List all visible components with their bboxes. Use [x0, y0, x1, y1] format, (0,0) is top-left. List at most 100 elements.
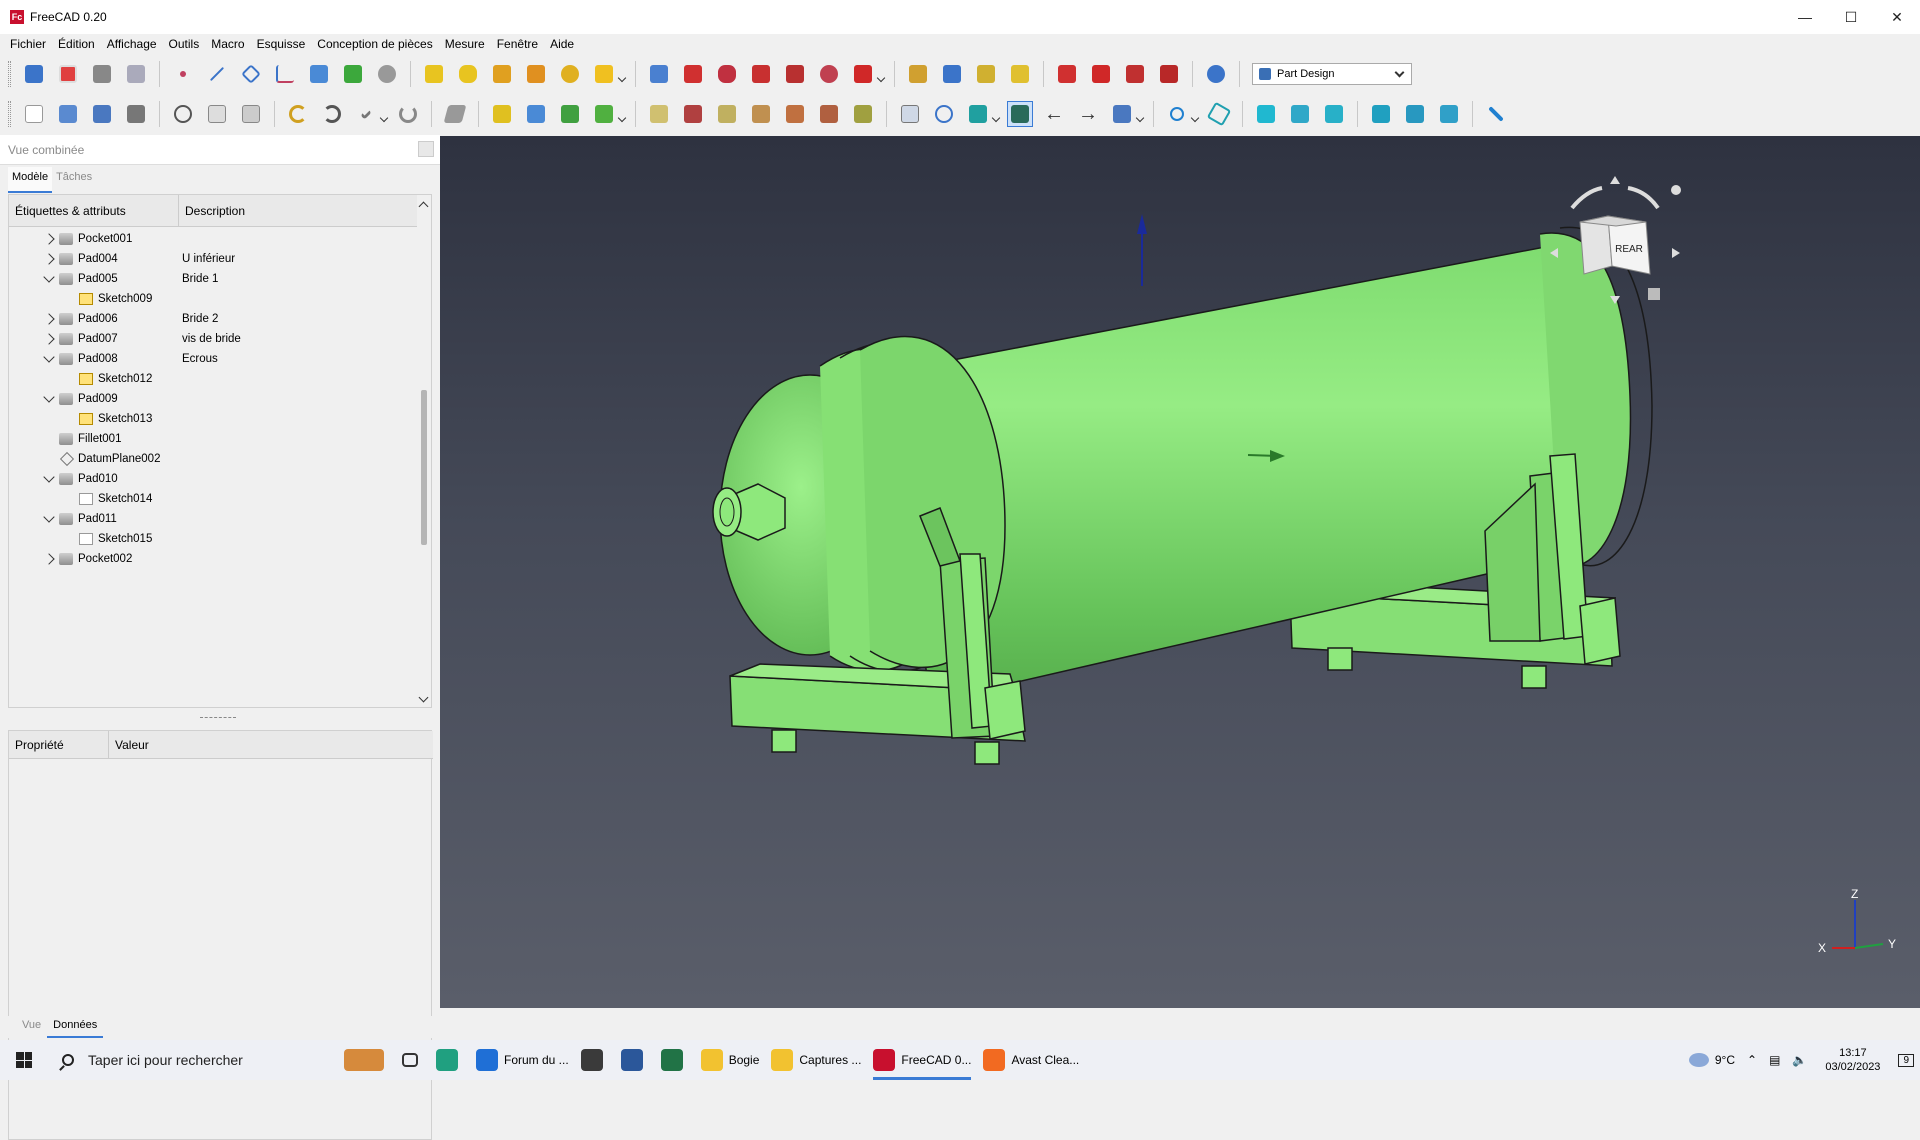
- navcube-rotate-left-icon[interactable]: [1570, 186, 1603, 210]
- print-icon[interactable]: [123, 101, 149, 127]
- right-view-icon[interactable]: [1321, 101, 1347, 127]
- network-icon[interactable]: ▤: [1763, 1040, 1786, 1080]
- create-part-icon[interactable]: [55, 61, 81, 87]
- taskbar-search[interactable]: Taper ici pour rechercher: [48, 1040, 338, 1080]
- multi-transform-icon[interactable]: [1007, 61, 1033, 87]
- chevron-down-icon[interactable]: [43, 511, 55, 523]
- mirrored-icon[interactable]: [905, 61, 931, 87]
- taskbar-app[interactable]: Captures ...: [765, 1040, 867, 1080]
- navcube-right-arrow-icon[interactable]: [1672, 248, 1680, 258]
- taskbar-app[interactable]: [615, 1040, 655, 1080]
- create-body-icon[interactable]: [21, 61, 47, 87]
- shape-binder-icon[interactable]: [123, 61, 149, 87]
- fit-selection-icon[interactable]: [931, 101, 957, 127]
- additive-loft-icon[interactable]: [489, 61, 515, 87]
- tree-row[interactable]: Sketch015: [9, 529, 417, 549]
- boolean-icon[interactable]: [1203, 61, 1229, 87]
- linear-pattern-icon[interactable]: [939, 61, 965, 87]
- tree-row[interactable]: Pocket002: [9, 549, 417, 569]
- tree-row[interactable]: Sketch012: [9, 369, 417, 389]
- tree-row[interactable]: Pad004 U inférieur: [9, 249, 417, 269]
- macro-stop-icon[interactable]: [680, 101, 706, 127]
- chevron-right-icon[interactable]: [43, 253, 55, 265]
- macro-editor-icon[interactable]: [850, 101, 876, 127]
- toolbar-grip[interactable]: [8, 61, 11, 87]
- 3d-viewport[interactable]: REAR Z Y X: [440, 136, 1920, 1008]
- front-view-icon[interactable]: [1253, 101, 1279, 127]
- additive-primitive-icon[interactable]: [591, 61, 617, 87]
- chevron-right-icon[interactable]: [43, 553, 55, 565]
- measure-distance-icon[interactable]: [1483, 101, 1509, 127]
- copy-icon[interactable]: [204, 101, 230, 127]
- local-cs-icon[interactable]: [272, 61, 298, 87]
- create-part-container-icon[interactable]: [489, 101, 515, 127]
- chevron-down-icon[interactable]: [379, 113, 389, 123]
- volume-icon[interactable]: 🔈: [1786, 1040, 1813, 1080]
- tab-tasks[interactable]: Tâches: [52, 167, 96, 193]
- close-icon[interactable]: ✕: [1874, 0, 1920, 34]
- menu-edit[interactable]: Édition: [52, 37, 101, 51]
- datum-line-icon[interactable]: [204, 61, 230, 87]
- chevron-down-icon[interactable]: [1135, 113, 1145, 123]
- navcube-up-arrow-icon[interactable]: [1610, 176, 1620, 184]
- taskbar-app[interactable]: [655, 1040, 695, 1080]
- chevron-down-icon[interactable]: [43, 271, 55, 283]
- toolbar-grip[interactable]: [8, 101, 11, 127]
- back-arrow-icon[interactable]: ←: [1041, 101, 1067, 127]
- tab-data[interactable]: Données: [47, 1016, 104, 1038]
- tree-header-labels[interactable]: Étiquettes & attributs: [9, 195, 179, 226]
- open-icon[interactable]: [55, 101, 81, 127]
- tree-row[interactable]: DatumPlane002: [9, 449, 417, 469]
- macro-record-icon[interactable]: [646, 101, 672, 127]
- tab-model[interactable]: Modèle: [8, 167, 53, 193]
- calculator-widget[interactable]: [338, 1040, 396, 1080]
- polar-pattern-icon[interactable]: [973, 61, 999, 87]
- workbench-selector[interactable]: Part Design: [1252, 63, 1412, 85]
- tree-row[interactable]: Pad007 vis de bride: [9, 329, 417, 349]
- notifications-button[interactable]: 9: [1892, 1040, 1920, 1080]
- isometric-view-icon[interactable]: [1206, 101, 1232, 127]
- chevron-down-icon[interactable]: [617, 73, 627, 83]
- fit-all-icon[interactable]: [897, 101, 923, 127]
- property-header-name[interactable]: Propriété: [9, 731, 109, 758]
- tree-row[interactable]: Fillet001: [9, 429, 417, 449]
- taskbar-app[interactable]: [575, 1040, 615, 1080]
- tree-scrollbar[interactable]: [417, 195, 431, 707]
- draw-style-icon[interactable]: [965, 101, 991, 127]
- tree-row[interactable]: Pad011: [9, 509, 417, 529]
- property-header-value[interactable]: Valeur: [109, 731, 149, 758]
- redo-icon[interactable]: [319, 101, 345, 127]
- tree-row[interactable]: Sketch013: [9, 409, 417, 429]
- chevron-down-icon[interactable]: [617, 113, 627, 123]
- tray-chevron-icon[interactable]: ⌃: [1741, 1040, 1763, 1080]
- bottom-view-icon[interactable]: [1402, 101, 1428, 127]
- chevron-down-icon[interactable]: [876, 73, 886, 83]
- tab-view[interactable]: Vue: [16, 1016, 47, 1038]
- menu-view[interactable]: Affichage: [101, 37, 163, 51]
- bounding-box-select-icon[interactable]: [1007, 101, 1033, 127]
- subtractive-loft-icon[interactable]: [748, 61, 774, 87]
- groove-icon[interactable]: [714, 61, 740, 87]
- revolution-icon[interactable]: [455, 61, 481, 87]
- weather-widget[interactable]: 9°C: [1683, 1040, 1741, 1080]
- paste-icon[interactable]: [238, 101, 264, 127]
- undo-icon[interactable]: [285, 101, 311, 127]
- import-icon[interactable]: [89, 61, 115, 87]
- chamfer-icon[interactable]: [1088, 61, 1114, 87]
- chevron-right-icon[interactable]: [43, 333, 55, 345]
- clone-icon[interactable]: [340, 61, 366, 87]
- menu-macro[interactable]: Macro: [205, 37, 250, 51]
- refresh-icon[interactable]: [395, 101, 421, 127]
- navcube-small-cube-icon[interactable]: [1648, 288, 1660, 300]
- link-icon[interactable]: [557, 101, 583, 127]
- tree-row[interactable]: Sketch009: [9, 289, 417, 309]
- chevron-down-icon[interactable]: [991, 113, 1001, 123]
- tree-header-description[interactable]: Description: [179, 195, 245, 226]
- hole-icon[interactable]: [680, 61, 706, 87]
- macro-debug-icon[interactable]: [782, 101, 808, 127]
- navcube-menu-icon[interactable]: [1671, 185, 1681, 195]
- forward-arrow-icon[interactable]: →: [1075, 101, 1101, 127]
- menu-file[interactable]: Fichier: [4, 37, 52, 51]
- tree-row[interactable]: Pocket001: [9, 229, 417, 249]
- chevron-down-icon[interactable]: [1190, 113, 1200, 123]
